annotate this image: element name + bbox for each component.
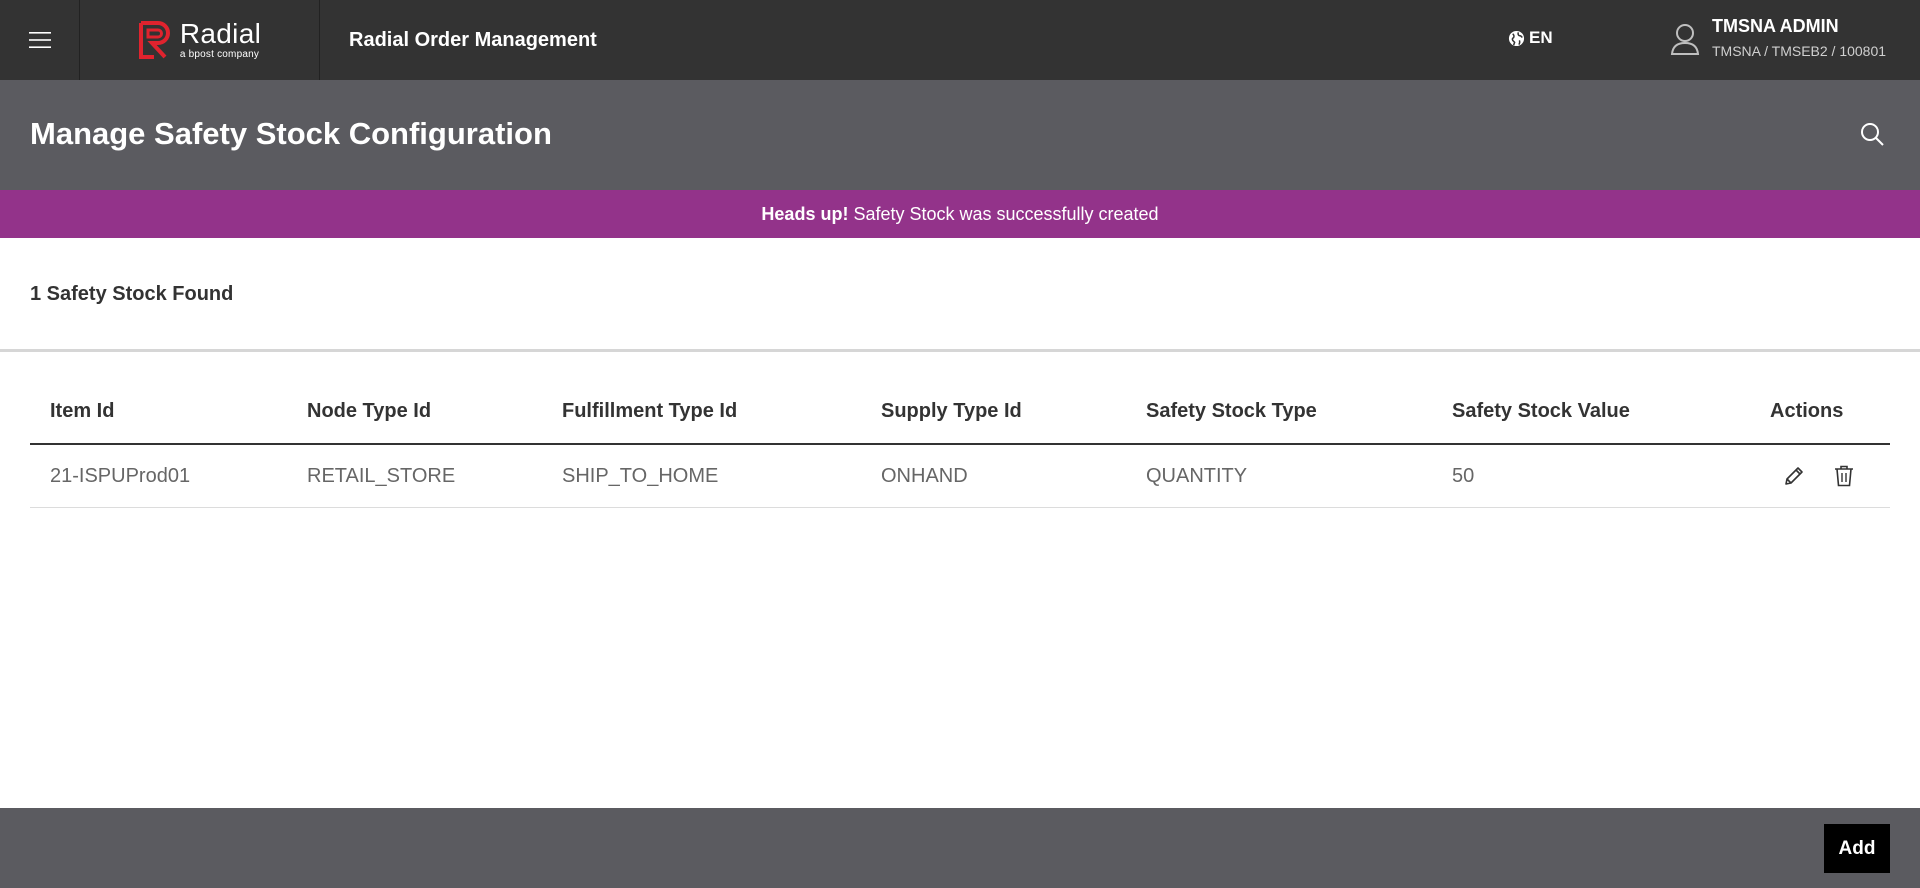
column-header-safety-stock-type[interactable]: Safety Stock Type [1146,400,1317,423]
safety-stock-table: Item Id Node Type Id Fulfillment Type Id… [30,390,1890,508]
globe-icon [1508,30,1525,46]
footer-bar [0,808,1920,888]
column-header-node-type-id[interactable]: Node Type Id [307,400,431,423]
page-header: Manage Safety Stock Configuration [0,80,1920,190]
cell-supply-type-id: ONHAND [881,465,968,487]
column-header-item-id[interactable]: Item Id [50,400,114,423]
edit-button[interactable] [1782,464,1806,488]
success-alert: Heads up! Safety Stock was successfully … [0,190,1920,238]
column-header-supply-type-id[interactable]: Supply Type Id [881,400,1022,423]
page-title: Manage Safety Stock Configuration [30,116,552,151]
alert-message: Safety Stock was successfully created [853,203,1159,224]
user-icon [1670,24,1700,55]
cell-item-id: 21-ISPUProd01 [50,465,191,487]
column-header-actions: Actions [1770,400,1844,422]
language-selector[interactable]: EN [1508,28,1553,48]
logo-tagline: a bpost company [179,49,260,60]
user-context: TMSNA / TMSEB2 / 100801 [1712,43,1887,59]
divider [0,349,1920,352]
cell-node-type-id: RETAIL_STORE [307,465,456,487]
result-count: 1 Safety Stock Found [30,283,234,305]
logo-name: Radial [179,18,262,49]
cell-fulfillment-type-id: SHIP_TO_HOME [562,465,719,487]
radial-logo-icon [138,21,170,59]
table-row: 21-ISPUProd01 RETAIL_STORE SHIP_TO_HOME … [30,445,1890,508]
cell-safety-stock-type: QUANTITY [1146,465,1248,487]
edit-icon [1785,467,1803,485]
delete-button[interactable] [1832,464,1856,488]
app-title: Radial Order Management [349,28,597,51]
column-header-fulfillment-type-id[interactable]: Fulfillment Type Id [562,400,737,423]
add-button[interactable]: Add [1824,824,1890,873]
top-bar: Radial a bpost company Radial Order Mana… [0,0,1920,80]
search-button[interactable] [1858,120,1886,148]
search-icon [1861,123,1884,146]
table-header: Item Id Node Type Id Fulfillment Type Id… [30,390,1890,445]
user-name: TMSNA ADMIN [1712,16,1839,36]
logo[interactable]: Radial a bpost company [80,0,320,80]
user-menu[interactable]: TMSNA ADMIN TMSNA / TMSEB2 / 100801 [1670,16,1886,59]
hamburger-icon [28,32,51,48]
cell-safety-stock-value: 50 [1452,465,1475,487]
language-label: EN [1529,28,1553,47]
column-header-safety-stock-value[interactable]: Safety Stock Value [1452,400,1630,423]
menu-button[interactable] [0,0,80,80]
trash-icon [1835,465,1853,487]
alert-heading: Heads up! [761,203,849,224]
